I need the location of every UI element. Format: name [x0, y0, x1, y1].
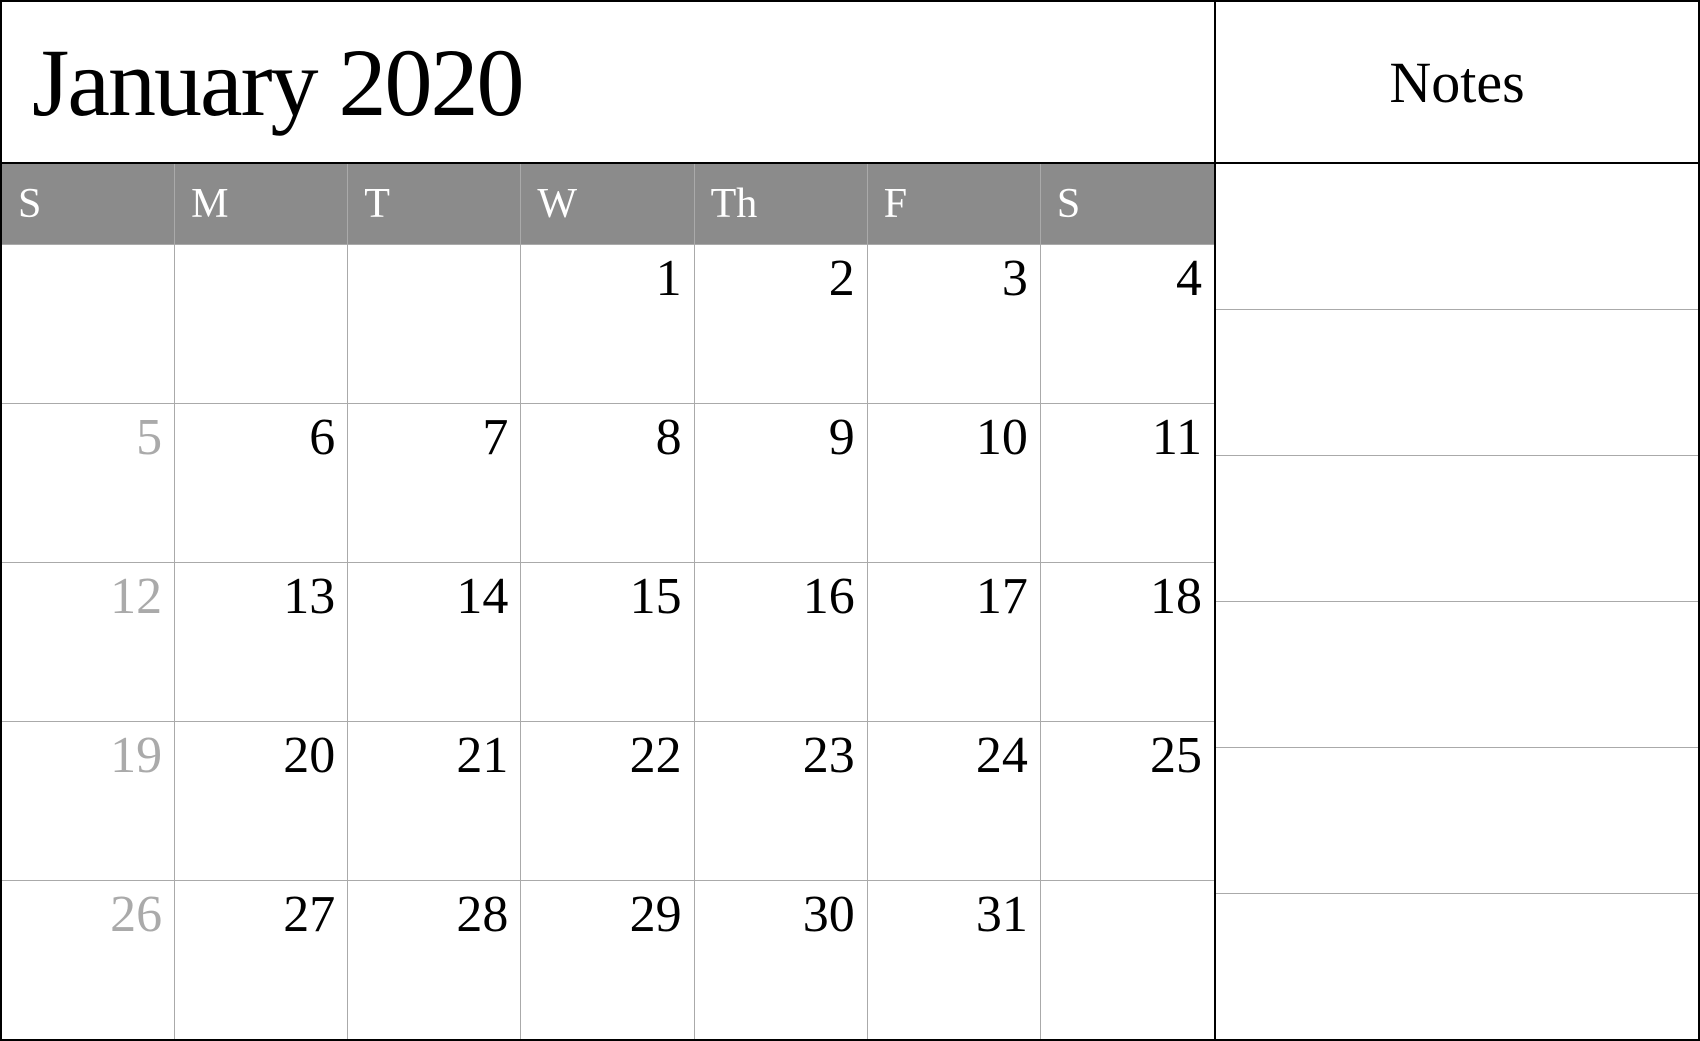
notes-title: Notes	[1389, 49, 1524, 116]
notes-panel: Notes	[1216, 2, 1698, 1039]
calendar-cell-w1-d2: 0	[175, 245, 348, 403]
cell-day-number: 28	[456, 889, 508, 941]
calendar-cell-w1-d3: 0	[348, 245, 521, 403]
calendar-cell-w2-d2: 6	[175, 404, 348, 562]
calendar-cell-w4-d6: 24	[868, 722, 1041, 880]
days-of-week-header: S M T W Th F S	[2, 164, 1214, 244]
cell-day-number: 10	[976, 412, 1028, 464]
calendar-cell-w3-d5: 16	[695, 563, 868, 721]
cell-day-number: 5	[136, 412, 162, 464]
cell-day-number: 17	[976, 571, 1028, 623]
calendar-cell-w5-d5: 30	[695, 881, 868, 1039]
cell-day-number: 27	[283, 889, 335, 941]
calendar-cell-w3-d3: 14	[348, 563, 521, 721]
cell-day-number: 18	[1150, 571, 1202, 623]
week-row-4: 19 20 21 22 23 24 25	[2, 721, 1214, 880]
cell-day-number: 3	[1002, 253, 1028, 305]
calendar-cell-w4-d4: 22	[521, 722, 694, 880]
notes-header: Notes	[1216, 2, 1698, 164]
cell-day-number: 4	[1176, 253, 1202, 305]
cell-day-number: 29	[630, 889, 682, 941]
cell-day-number: 8	[656, 412, 682, 464]
notes-line-1[interactable]	[1216, 164, 1698, 310]
notes-line-6[interactable]	[1216, 894, 1698, 1039]
cell-day-number: 26	[110, 889, 162, 941]
cell-day-number: 21	[456, 730, 508, 782]
notes-line-2[interactable]	[1216, 310, 1698, 456]
cell-day-number: 16	[803, 571, 855, 623]
week-row-3: 12 13 14 15 16 17 18	[2, 562, 1214, 721]
calendar-cell-w4-d5: 23	[695, 722, 868, 880]
cell-day-number: 1	[656, 253, 682, 305]
calendar-cell-w4-d7: 25	[1041, 722, 1214, 880]
calendar-cell-w2-d5: 9	[695, 404, 868, 562]
calendar-cell-w1-d1: 0	[2, 245, 175, 403]
calendar-cell-w5-d7: 0	[1041, 881, 1214, 1039]
week-row-2: 5 6 7 8 9 10 11	[2, 403, 1214, 562]
calendar-header: January 2020	[2, 2, 1214, 164]
day-header-friday: F	[868, 164, 1041, 244]
calendar-cell-w5-d1: 26	[2, 881, 175, 1039]
cell-day-number: 25	[1150, 730, 1202, 782]
calendar-main: January 2020 S M T W Th F S	[2, 2, 1216, 1039]
calendar-cell-w1-d7: 4	[1041, 245, 1214, 403]
calendar-cell-w2-d3: 7	[348, 404, 521, 562]
calendar-cell-w1-d4: 1	[521, 245, 694, 403]
calendar-cell-w3-d4: 15	[521, 563, 694, 721]
cell-day-number: 20	[283, 730, 335, 782]
cell-day-number: 9	[829, 412, 855, 464]
cell-day-number: 23	[803, 730, 855, 782]
calendar-cell-w3-d7: 18	[1041, 563, 1214, 721]
calendar-cell-w5-d4: 29	[521, 881, 694, 1039]
cell-day-number: 22	[630, 730, 682, 782]
calendar-cell-w4-d1: 19	[2, 722, 175, 880]
calendar-cell-w5-d3: 28	[348, 881, 521, 1039]
cell-day-number: 24	[976, 730, 1028, 782]
calendar-container: January 2020 S M T W Th F S	[0, 0, 1700, 1041]
day-header-tuesday: T	[348, 164, 521, 244]
calendar-cell-w1-d6: 3	[868, 245, 1041, 403]
calendar-cell-w3-d2: 13	[175, 563, 348, 721]
notes-line-5[interactable]	[1216, 748, 1698, 894]
calendar-cell-w5-d2: 27	[175, 881, 348, 1039]
calendar-title: January 2020	[32, 27, 523, 138]
calendar-cell-w4-d2: 20	[175, 722, 348, 880]
cell-day-number: 12	[110, 571, 162, 623]
calendar-cell-w2-d6: 10	[868, 404, 1041, 562]
cell-day-number: 11	[1152, 412, 1202, 464]
calendar-cell-w2-d7: 11	[1041, 404, 1214, 562]
cell-day-number: 15	[630, 571, 682, 623]
calendar-cell-w5-d6: 31	[868, 881, 1041, 1039]
day-header-wednesday: W	[521, 164, 694, 244]
calendar-grid: 0001234567891011121314151617181920212223…	[2, 244, 1214, 1039]
calendar-cell-w3-d6: 17	[868, 563, 1041, 721]
calendar-cell-w3-d1: 12	[2, 563, 175, 721]
week-row-1: 0001234	[2, 244, 1214, 403]
day-header-thursday: Th	[695, 164, 868, 244]
cell-day-number: 2	[829, 253, 855, 305]
notes-line-4[interactable]	[1216, 602, 1698, 748]
cell-day-number: 6	[309, 412, 335, 464]
day-header-saturday: S	[1041, 164, 1214, 244]
week-row-5: 26 27 28 29 30 310	[2, 880, 1214, 1039]
day-header-monday: M	[175, 164, 348, 244]
notes-line-3[interactable]	[1216, 456, 1698, 602]
calendar-cell-w2-d1: 5	[2, 404, 175, 562]
cell-day-number: 31	[976, 889, 1028, 941]
cell-day-number: 13	[283, 571, 335, 623]
notes-lines[interactable]	[1216, 164, 1698, 1039]
calendar-cell-w1-d5: 2	[695, 245, 868, 403]
calendar-cell-w4-d3: 21	[348, 722, 521, 880]
calendar-cell-w2-d4: 8	[521, 404, 694, 562]
cell-day-number: 30	[803, 889, 855, 941]
cell-day-number: 19	[110, 730, 162, 782]
day-header-sunday: S	[2, 164, 175, 244]
cell-day-number: 14	[456, 571, 508, 623]
cell-day-number: 7	[482, 412, 508, 464]
